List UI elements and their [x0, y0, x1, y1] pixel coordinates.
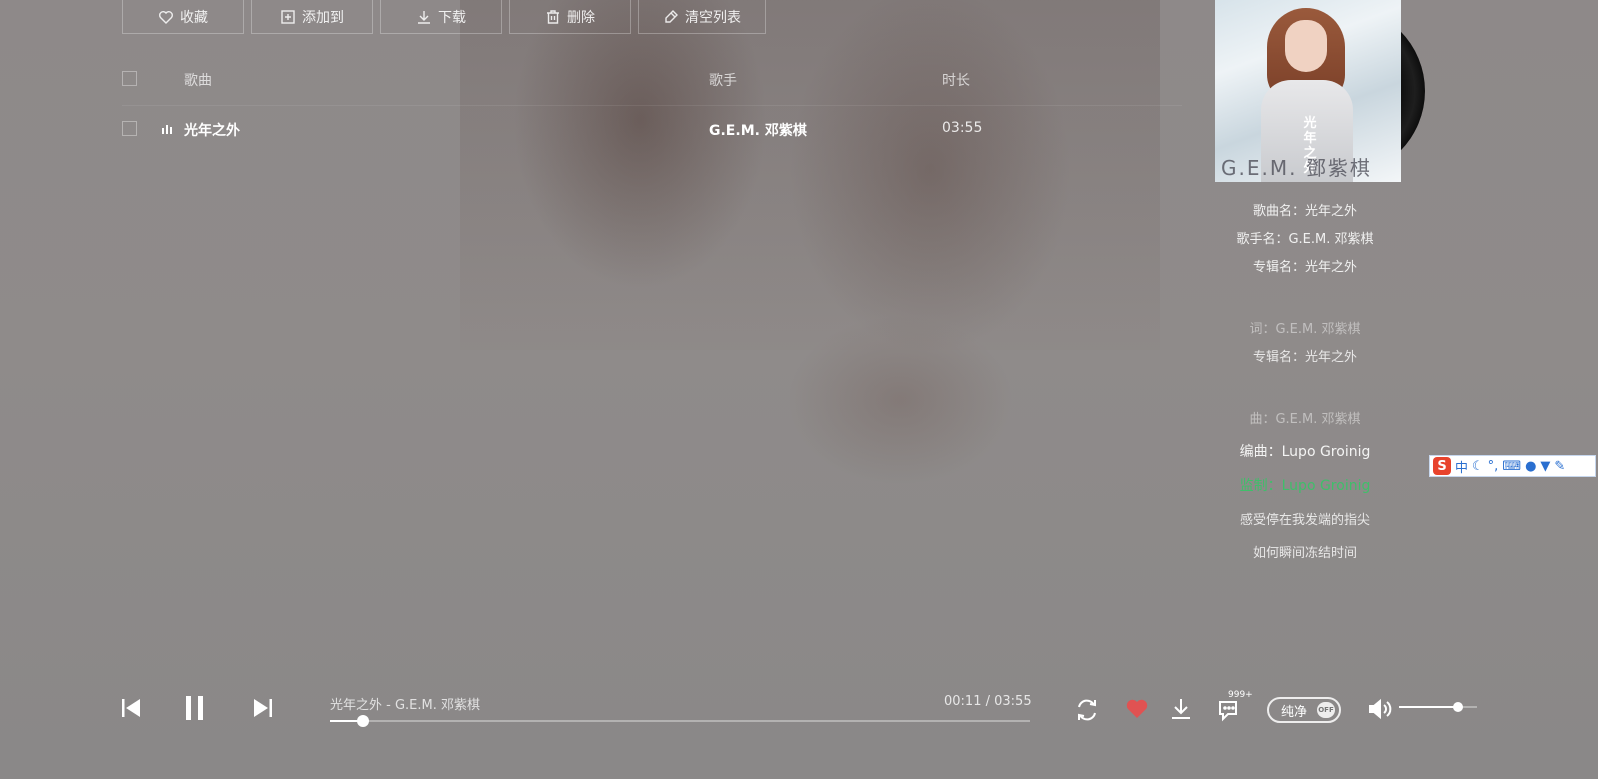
album-cover-area: 光年之外 G.E.M. 鄧紫棋: [1215, 0, 1425, 182]
download-label: 下载: [438, 9, 466, 26]
ime-chinese-mode[interactable]: 中: [1455, 457, 1468, 476]
favorite-button[interactable]: 收藏: [122, 0, 244, 34]
loop-button[interactable]: [1074, 697, 1100, 723]
delete-button[interactable]: 删除: [509, 0, 631, 34]
row-checkbox[interactable]: [122, 121, 137, 136]
row-duration: 03:55: [942, 120, 983, 136]
add-to-label: 添加到: [302, 9, 344, 26]
ime-punctuation[interactable]: °,: [1488, 459, 1499, 474]
sogou-logo-icon[interactable]: S: [1433, 457, 1451, 475]
total-time: 03:55: [994, 694, 1032, 709]
shirt-icon[interactable]: ▼: [1540, 459, 1550, 474]
select-all-checkbox[interactable]: [122, 71, 137, 86]
download-icon: [418, 10, 430, 24]
skip-back-icon: [122, 699, 140, 717]
row-singer[interactable]: G.E.M. 邓紫棋: [709, 120, 807, 140]
progress-bar[interactable]: [330, 715, 1030, 727]
repeat-icon: [1078, 699, 1096, 721]
song-name-info: 歌曲名：光年之外: [1252, 204, 1357, 219]
download-icon: [1172, 699, 1190, 719]
column-song: 歌曲: [184, 73, 212, 89]
song-list-header: 歌曲 歌手 时长: [122, 64, 1182, 94]
volume-slider[interactable]: [1399, 702, 1477, 712]
pure-mode-label: 纯净: [1281, 704, 1308, 720]
broom-icon: [665, 9, 678, 23]
wrench-icon[interactable]: ✎: [1554, 459, 1565, 474]
download-song-button[interactable]: [1169, 697, 1193, 721]
comment-count-badge: 999+: [1228, 690, 1253, 700]
keyboard-icon[interactable]: ⌨: [1502, 459, 1521, 474]
speaker-icon: [1369, 698, 1392, 720]
clear-list-label: 清空列表: [685, 9, 741, 26]
volume-handle[interactable]: [1452, 702, 1463, 712]
comment-icon: [1219, 701, 1237, 722]
table-row[interactable]: 光年之外 G.E.M. 邓紫棋 03:55: [122, 114, 1182, 144]
now-playing-title: 光年之外 - G.E.M. 邓紫棋: [330, 698, 480, 713]
download-button[interactable]: 下载: [380, 0, 502, 34]
comments-button[interactable]: [1217, 698, 1241, 722]
skip-forward-icon: [254, 699, 272, 717]
playing-bars-icon: [162, 124, 172, 134]
album-cover: 光年之外 G.E.M. 鄧紫棋: [1215, 0, 1401, 182]
trash-icon: [547, 9, 559, 24]
column-duration: 时长: [942, 73, 970, 89]
lyric-line: 曲：G.E.M. 邓紫棋: [1249, 412, 1361, 427]
add-to-button[interactable]: 添加到: [251, 0, 373, 34]
progress-handle[interactable]: [356, 715, 369, 727]
plus-square-icon: [281, 9, 295, 24]
column-singer: 歌手: [709, 73, 737, 89]
lyric-line: 词：G.E.M. 邓紫棋: [1249, 322, 1361, 337]
volume-button[interactable]: [1367, 697, 1393, 721]
lyric-line-active: 监制：Lupo Groinig: [1239, 478, 1371, 494]
user-icon[interactable]: ●: [1525, 459, 1536, 474]
cover-artist: G.E.M. 鄧紫棋: [1221, 156, 1372, 180]
clear-list-button[interactable]: 清空列表: [638, 0, 766, 34]
row-song-title[interactable]: 光年之外: [184, 120, 240, 140]
ime-toolbar: S 中 ☾ °, ⌨ ● ▼ ✎: [1429, 455, 1596, 477]
favorite-label: 收藏: [180, 9, 208, 26]
playback-time: 00:11 / 03:55: [944, 694, 1032, 709]
delete-label: 删除: [567, 9, 595, 26]
list-toolbar: 收藏 添加到 下载 删除 清空列表: [122, 0, 766, 34]
pure-mode-state: OFF: [1317, 702, 1335, 718]
favorite-toggle[interactable]: [1125, 698, 1149, 720]
lyric-line: 专辑名：光年之外: [1252, 350, 1357, 365]
lyric-line: 感受停在我发端的指尖: [1239, 513, 1370, 528]
pause-icon: [186, 696, 203, 720]
lyric-line: 编曲：Lupo Groinig: [1239, 444, 1371, 460]
pause-button[interactable]: [184, 695, 206, 721]
album-name-info: 专辑名：光年之外: [1252, 260, 1357, 275]
heart-icon: [159, 10, 173, 24]
volume-fill: [1399, 706, 1458, 708]
moon-icon[interactable]: ☾: [1472, 459, 1484, 474]
time-separator: /: [981, 694, 995, 709]
pure-mode-toggle[interactable]: 纯净 OFF: [1267, 697, 1341, 723]
current-time: 00:11: [944, 694, 982, 709]
singer-name-info: 歌手名：G.E.M. 邓紫棋: [1236, 232, 1374, 247]
header-divider: [122, 105, 1182, 106]
next-button[interactable]: [252, 697, 274, 719]
previous-button[interactable]: [120, 697, 142, 719]
heart-filled-icon: [1126, 699, 1148, 718]
lyric-line: 如何瞬间冻结时间: [1252, 546, 1357, 561]
background-band: [460, 0, 1160, 350]
